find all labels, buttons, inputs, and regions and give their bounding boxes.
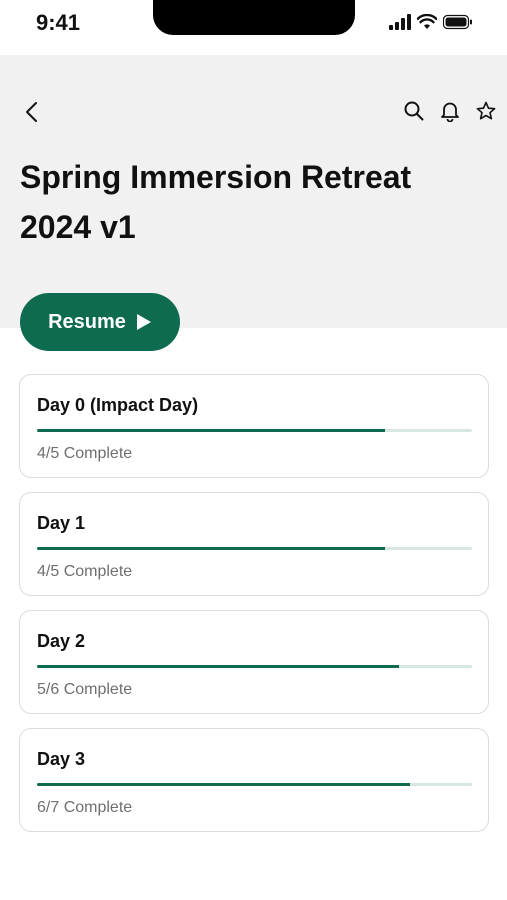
search-button[interactable] [401, 98, 427, 124]
notifications-button[interactable] [437, 98, 463, 124]
day-status: 4/5 Complete [37, 563, 133, 580]
device-notch [153, 0, 355, 35]
signal-icon [389, 13, 411, 35]
day-card[interactable]: Day 3 6/7 Complete [19, 728, 489, 832]
day-title: Day 2 [37, 631, 86, 651]
battery-icon [442, 14, 473, 35]
play-icon [136, 314, 151, 330]
day-status: 6/7 Complete [37, 799, 133, 816]
resume-label: Resume [48, 310, 126, 333]
day-card[interactable]: Day 1 4/5 Complete [19, 492, 489, 596]
progress-bar [37, 429, 472, 432]
progress-fill [37, 665, 400, 668]
page-title: Spring Immersion Retreat 2024 v1 [20, 159, 412, 245]
progress-fill [37, 547, 385, 550]
day-card[interactable]: Day 2 5/6 Complete [19, 610, 489, 714]
progress-fill [37, 783, 410, 786]
back-button[interactable] [18, 98, 46, 126]
star-icon [476, 101, 496, 120]
progress-fill [37, 429, 385, 432]
day-card[interactable]: Day 0 (Impact Day) 4/5 Complete [19, 374, 489, 478]
status-time: 9:41 [36, 10, 81, 35]
header-actions [401, 98, 499, 124]
favorite-button[interactable] [473, 98, 499, 124]
day-status: 5/6 Complete [37, 681, 133, 698]
day-list: Day 0 (Impact Day) 4/5 Complete Day 1 4/… [19, 374, 489, 846]
resume-button[interactable]: Resume [20, 293, 180, 351]
search-icon [404, 101, 424, 121]
day-title: Day 0 (Impact Day) [37, 395, 199, 415]
progress-bar [37, 547, 472, 550]
day-status: 4/5 Complete [37, 445, 133, 462]
chevron-left-icon [26, 102, 37, 122]
progress-bar [37, 783, 472, 786]
wifi-icon [416, 13, 438, 35]
day-title: Day 1 [37, 513, 86, 533]
progress-bar [37, 665, 472, 668]
status-icons [389, 13, 473, 35]
status-bar: 9:41 [0, 0, 507, 55]
day-title: Day 3 [37, 749, 86, 769]
bell-icon [441, 102, 459, 122]
